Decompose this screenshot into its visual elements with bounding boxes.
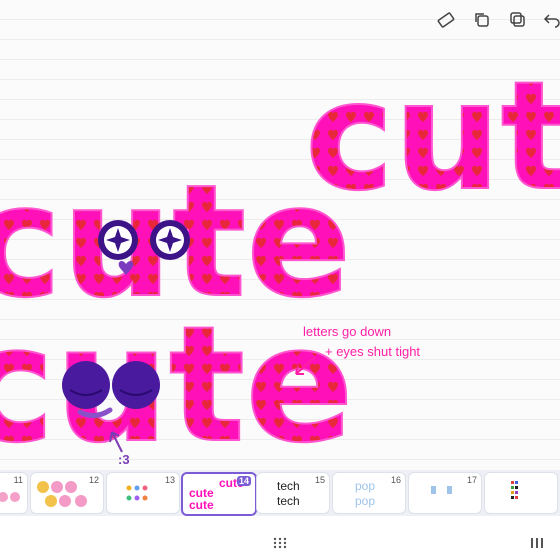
artwork-layer: cute cute cute <box>0 49 560 470</box>
grid-icon[interactable] <box>273 536 287 554</box>
page-number: 15 <box>314 475 325 485</box>
page-number: 17 <box>466 475 477 485</box>
thumb-word-1: pop <box>355 479 376 493</box>
page-thumbnail-14[interactable]: cute cute cute 14 <box>181 472 257 516</box>
undo-icon[interactable] <box>542 10 560 30</box>
page-thumbnail-15[interactable]: tech tech 15 <box>256 472 330 514</box>
word-cute-bottom: cute <box>0 291 354 470</box>
thumb-word-2: tech <box>277 494 300 508</box>
thumb-word-2: pop <box>355 494 376 508</box>
page-thumbnail-18[interactable] <box>484 472 558 514</box>
page-thumbnail-16[interactable]: pop pop 16 <box>332 472 406 514</box>
copy-icon[interactable] <box>508 10 528 30</box>
page-thumbnail-13[interactable]: 13 <box>106 472 180 514</box>
ruler-icon[interactable] <box>436 10 456 30</box>
recent-apps-icon[interactable] <box>530 536 544 554</box>
page-thumbnail-17[interactable]: 17 <box>408 472 482 514</box>
drawing-canvas[interactable]: cute cute cute letters go down + eyes sh <box>0 0 560 470</box>
annotation-line-2: + eyes shut tight <box>325 344 421 359</box>
page-thumbnail-11[interactable]: 11 <box>0 472 28 514</box>
face-label: :3 <box>118 452 130 467</box>
thumbnail-preview <box>485 473 557 513</box>
page-number: 16 <box>390 475 401 485</box>
annotation-line-1: letters go down <box>303 324 392 339</box>
thumb-word-1: tech <box>277 479 300 493</box>
page-number: 12 <box>88 475 99 485</box>
page-number: 14 <box>236 476 251 486</box>
thumb-word-3: cute <box>189 498 214 512</box>
duplicate-icon[interactable] <box>472 10 492 30</box>
page-number: 13 <box>164 475 175 485</box>
page-number: 11 <box>13 475 23 485</box>
page-thumbnail-12[interactable]: 12 <box>30 472 104 514</box>
